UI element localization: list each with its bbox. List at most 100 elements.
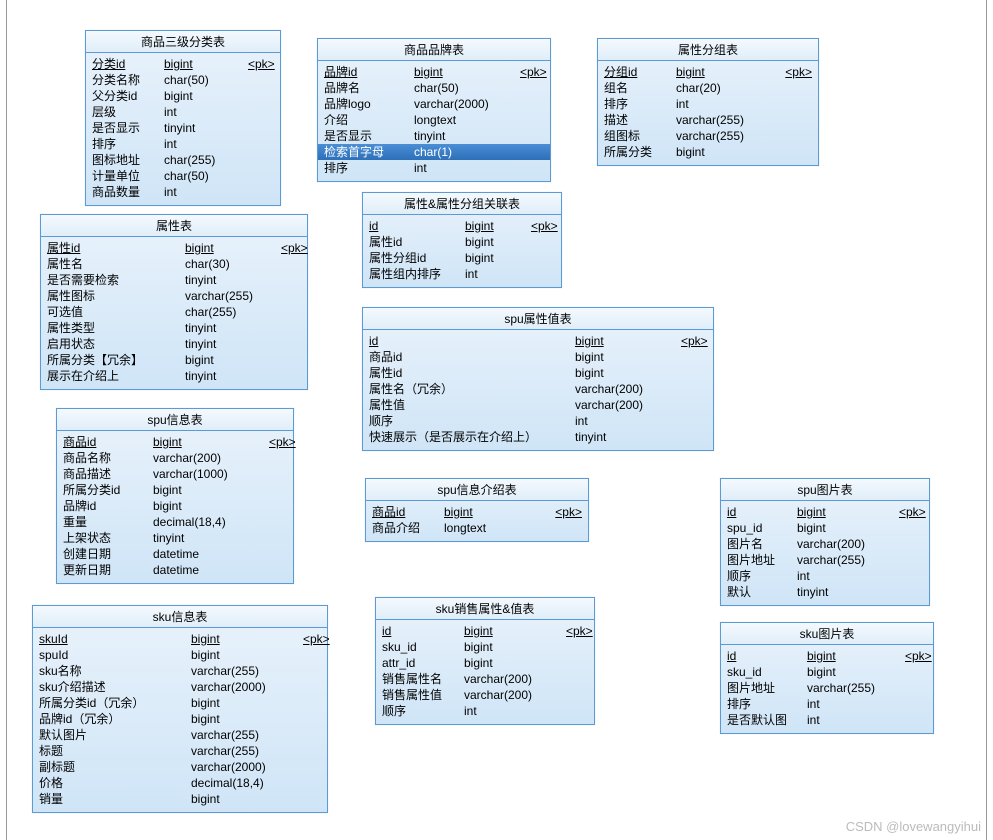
col-name: 品牌logo [324,96,414,112]
col-name: 属性id [369,234,465,250]
col-name: 销售属性名 [382,671,464,687]
col-name: 属性名 [47,256,185,272]
watermark: CSDN @lovewangyihui [846,819,981,834]
table-row: 描述varchar(255) [604,112,812,128]
col-name: 属性图标 [47,288,185,304]
table-row: 商品idbigint<pk> [372,504,582,520]
col-name: 计量单位 [92,168,164,184]
table-row: 更新日期datetime [63,562,287,578]
col-name: 销售属性值 [382,687,464,703]
col-type: bigint [444,504,536,520]
col-type: char(50) [164,72,242,88]
col-name: 副标题 [39,759,191,775]
table-row: 品牌名char(50) [324,80,544,96]
col-name: 分类id [92,56,164,72]
table-row: 顺序int [727,568,923,584]
col-type: varchar(200) [797,536,893,552]
table-row: 品牌idbigint [63,498,287,514]
table-row: 是否需要检索tinyint [47,272,301,288]
col-type: bigint [575,349,675,365]
col-name: 商品介绍 [372,520,444,536]
table-row: 商品idbigint [369,349,707,365]
col-name: 检索首字母 [324,144,414,160]
col-type: int [164,184,242,200]
col-type: int [676,96,776,112]
col-name: 顺序 [727,568,797,584]
table-row: 属性组内排序int [369,266,555,282]
table-title: 属性表 [41,215,307,237]
table-row: 属性idbigint [369,365,707,381]
col-type: bigint [676,64,776,80]
col-type: char(30) [185,256,275,272]
col-type: bigint [164,88,242,104]
table-row: 顺序int [369,413,707,429]
col-type: bigint [191,695,297,711]
table-row: attr_idbigint [382,655,588,671]
col-type: bigint [164,56,242,72]
col-type: bigint [465,218,525,234]
table-title: sku销售属性&值表 [376,598,594,620]
table-body: skuIdbigint<pk>spuIdbigintsku名称varchar(2… [33,628,327,812]
table-row: 是否默认图int [727,712,927,728]
col-type: tinyint [185,368,275,384]
col-type: bigint [676,144,776,160]
col-type: bigint [414,64,514,80]
table-body: 商品idbigint<pk>商品名称varchar(200)商品描述varcha… [57,431,293,583]
table-title: spu信息表 [57,409,293,431]
col-name: 商品数量 [92,184,164,200]
col-name: 展示在介绍上 [47,368,185,384]
col-type: varchar(200) [464,671,560,687]
table-title: sku信息表 [33,606,327,628]
table-row: 分组idbigint<pk> [604,64,812,80]
col-type: datetime [153,562,263,578]
col-name: 所属分类id（冗余） [39,695,191,711]
table-row: 图片地址varchar(255) [727,552,923,568]
table-row: spu_idbigint [727,520,923,536]
col-type: tinyint [164,120,242,136]
table-body: 分类idbigint<pk>分类名称char(50)父分类idbigint层级i… [86,53,280,205]
table-body: 分组idbigint<pk>组名char(20)排序int描述varchar(2… [598,61,818,165]
col-name: 属性分组id [369,250,465,266]
pk-marker: <pk> [779,64,812,80]
col-type: bigint [464,623,560,639]
table-body: idbigint<pk>sku_idbigintattr_idbigint销售属… [376,620,594,724]
col-type: longtext [444,520,536,536]
col-name: 启用状态 [47,336,185,352]
table-row: 属性idbigint<pk> [47,240,301,256]
table-body: 属性idbigint<pk>属性名char(30)是否需要检索tinyint属性… [41,237,307,389]
col-type: varchar(255) [676,112,776,128]
col-name: 图标地址 [92,152,164,168]
col-name: 标题 [39,743,191,759]
col-name: 介绍 [324,112,414,128]
col-name: 上架状态 [63,530,153,546]
col-type: bigint [807,648,899,664]
col-name: 排序 [727,696,807,712]
col-name: 属性名（冗余） [369,381,575,397]
col-name: 分组id [604,64,676,80]
col-type: varchar(200) [153,450,263,466]
col-type: varchar(255) [807,680,899,696]
table-t5: 属性&属性分组关联表idbigint<pk>属性idbigint属性分组idbi… [362,192,562,288]
table-t3: 属性分组表分组idbigint<pk>组名char(20)排序int描述varc… [597,38,819,166]
col-name: 属性id [47,240,185,256]
table-row: 商品名称varchar(200) [63,450,287,466]
col-type: char(20) [676,80,776,96]
col-name: 排序 [324,160,414,176]
table-row: 属性图标varchar(255) [47,288,301,304]
table-row: 属性类型tinyint [47,320,301,336]
table-row: 快速展示（是否展示在介绍上）tinyint [369,429,707,445]
col-name: 属性值 [369,397,575,413]
table-row: 属性值varchar(200) [369,397,707,413]
pk-marker: <pk> [514,64,547,80]
col-type: bigint [185,352,275,368]
col-name: 商品id [372,504,444,520]
table-row: 父分类idbigint [92,88,274,104]
table-row: idbigint<pk> [727,504,923,520]
table-row: 组名char(20) [604,80,812,96]
col-type: varchar(200) [575,397,675,413]
col-type: char(255) [164,152,242,168]
table-row: sku名称varchar(255) [39,663,321,679]
table-t6: spu属性值表idbigint<pk>商品idbigint属性idbigint属… [362,307,714,451]
col-type: varchar(2000) [191,759,297,775]
table-row: idbigint<pk> [369,218,555,234]
